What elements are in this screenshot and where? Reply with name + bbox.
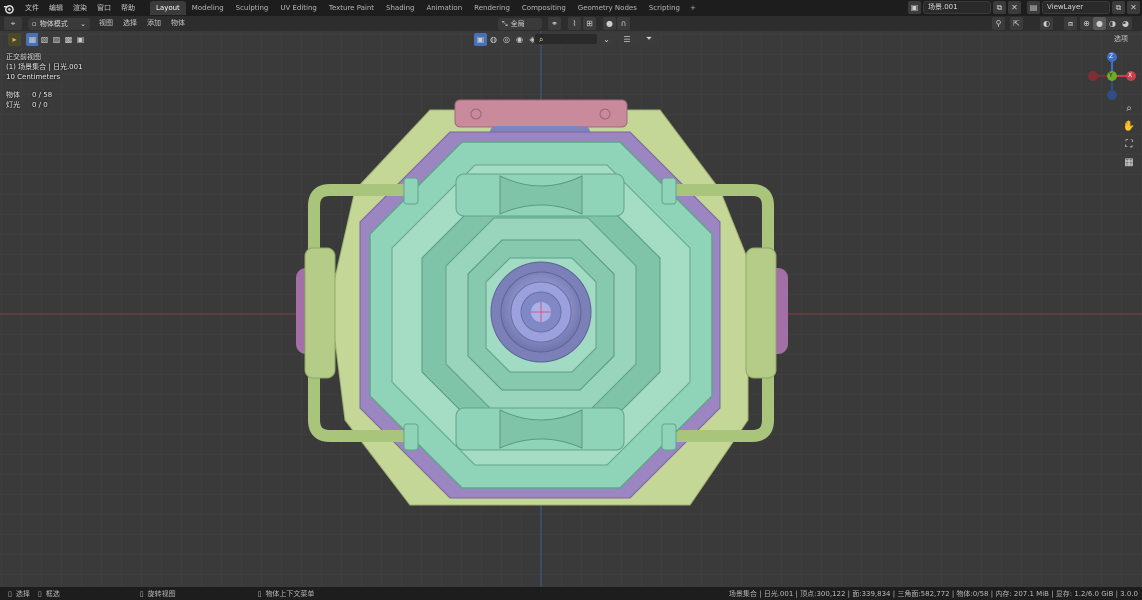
objects-label: 物体 [6, 91, 20, 99]
status-bar: ▯ 选择 ▯ 框选 ▯ 旋转视图 ▯ 物体上下文菜单 场景集合 | 日光.001… [0, 587, 1142, 600]
add-workspace-button[interactable]: + [686, 1, 700, 15]
proportional-edit-icon[interactable]: ● [603, 17, 616, 30]
mouse-right-icon: ▯ [257, 589, 262, 598]
collection-info: (1) 场景集合 | 日光.001 [6, 63, 83, 71]
objects-count: 0 / 58 [32, 91, 53, 99]
visibility-icon[interactable]: ⚲ [992, 17, 1005, 30]
main-menu: 文件 编辑 渲染 窗口 帮助 [20, 0, 140, 16]
sort-icon[interactable]: ☰ [617, 32, 637, 46]
menu-window[interactable]: 窗口 [92, 0, 116, 16]
menu-select[interactable]: 选择 [118, 16, 142, 31]
tab-geometry-nodes[interactable]: Geometry Nodes [572, 1, 643, 15]
shading-wireframe-icon[interactable]: ⊕ [1080, 17, 1093, 30]
mouse-middle-icon: ▯ [139, 589, 144, 598]
tab-texture-paint[interactable]: Texture Paint [323, 1, 380, 15]
options-menu[interactable]: 选项 [1114, 34, 1128, 44]
snap-icon[interactable]: ⌇ [568, 17, 581, 30]
transform-orientation-dropdown[interactable]: ⤡ 全局 [498, 17, 542, 30]
new-view-layer-icon[interactable]: ⧉ [1112, 1, 1125, 14]
3d-viewport[interactable] [0, 0, 1142, 600]
menu-view[interactable]: 视图 [94, 16, 118, 31]
orientation-label: 全局 [510, 19, 525, 28]
filter-light-icon[interactable]: ◎ [500, 32, 513, 46]
tab-animation[interactable]: Animation [420, 1, 468, 15]
shading-rendered-icon[interactable]: ◕ [1119, 17, 1132, 30]
menu-edit[interactable]: 编辑 [44, 0, 68, 16]
select-intersect-icon[interactable]: ▣ [74, 32, 87, 46]
blender-logo-icon[interactable] [0, 0, 16, 16]
grid-scale: 10 Centimeters [6, 73, 61, 81]
chevron-down-icon: ⌄ [80, 19, 86, 28]
lights-label: 灯光 [6, 101, 20, 109]
editor-type-icon[interactable]: ⌖ [4, 17, 22, 30]
menu-add[interactable]: 添加 [142, 16, 166, 31]
filter-camera-icon[interactable]: ◉ [513, 32, 526, 46]
lights-count: 0 / 0 [32, 101, 48, 109]
gizmo-x-label: X [1128, 72, 1133, 79]
mouse-left-icon: ▯ [37, 589, 42, 598]
gizmo-toggle-icon[interactable]: ⇱ [1010, 17, 1023, 30]
status-box-select-label: 框选 [45, 589, 60, 598]
status-select: ▯ 选择 [8, 589, 30, 599]
tab-shading[interactable]: Shading [380, 1, 420, 15]
status-box-select: ▯ 框选 [38, 589, 60, 599]
scene-statistics: 场景集合 | 日光.001 | 顶点:300,122 | 面:339,834 |… [728, 589, 1138, 598]
tool-settings-row: ▸ ▦ ▧ ▨ ▩ ▣ ▣ ◍ ◎ ◉ ◈ ⌕ ⌄ ☰ ⏷ 选项 [0, 31, 1142, 47]
viewport-menu: 视图 选择 添加 物体 [94, 16, 190, 31]
gizmo-z-label: Z [1109, 53, 1114, 60]
pan-hand-icon[interactable]: ✋ [1122, 119, 1136, 133]
gizmo-y-label: Y [1109, 72, 1113, 79]
tab-compositing[interactable]: Compositing [516, 1, 572, 15]
mode-dropdown[interactable]: ▫ 物体模式 ⌄ [28, 17, 90, 30]
shading-solid-icon[interactable]: ● [1093, 17, 1106, 30]
search-field[interactable]: ⌕ [534, 33, 598, 45]
tab-modeling[interactable]: Modeling [186, 1, 230, 15]
view-layer-field[interactable]: ViewLayer [1042, 1, 1110, 14]
tab-layout[interactable]: Layout [150, 1, 186, 15]
new-scene-icon[interactable]: ⧉ [993, 1, 1006, 14]
object-mode-icon: ▫ [32, 19, 37, 28]
funnel-icon[interactable]: ⏷ [639, 32, 659, 46]
delete-view-layer-icon[interactable]: ✕ [1127, 1, 1140, 14]
menu-help[interactable]: 帮助 [116, 0, 140, 16]
pivot-icon[interactable]: ⚭ [548, 17, 561, 30]
orientation-icon: ⤡ [502, 19, 508, 28]
delete-scene-icon[interactable]: ✕ [1008, 1, 1021, 14]
tab-rendering[interactable]: Rendering [468, 1, 516, 15]
ortho-grid-icon[interactable]: ▦ [1122, 155, 1136, 169]
falloff-icon[interactable]: ∩ [617, 17, 630, 30]
shading-material-icon[interactable]: ◑ [1106, 17, 1119, 30]
tab-uv-editing[interactable]: UV Editing [274, 1, 323, 15]
status-context: ▯ 物体上下文菜单 [258, 589, 315, 599]
top-bar: 文件 编辑 渲染 窗口 帮助 Layout Modeling Sculpting… [0, 0, 1142, 16]
scene-name-field[interactable]: 场景.001 [923, 1, 991, 14]
scene-icon[interactable]: ▣ [908, 1, 921, 14]
tool-icon[interactable]: ▸ [8, 32, 21, 46]
view-layer-icon[interactable]: ▤ [1027, 1, 1040, 14]
tab-scripting[interactable]: Scripting [643, 1, 686, 15]
mode-label: 物体模式 [39, 19, 68, 28]
xray-icon[interactable]: ⧈ [1064, 17, 1077, 30]
status-rotate-label: 旋转视图 [147, 589, 176, 598]
viewport-header: ⌖ ▫ 物体模式 ⌄ 视图 选择 添加 物体 ⤡ 全局 ⚭ ⌇ ⊞ ● ∩ ⚲ … [0, 16, 1142, 31]
snap-target-icon[interactable]: ⊞ [583, 17, 596, 30]
mouse-left-icon: ▯ [8, 589, 12, 598]
status-select-label: 选择 [15, 589, 30, 598]
zoom-icon[interactable]: ⌕ [1122, 101, 1136, 115]
camera-view-icon[interactable]: ⛶ [1122, 137, 1136, 151]
overlay-toggle-icon[interactable]: ◐ [1040, 17, 1053, 30]
filter-curve-icon[interactable]: ◍ [487, 32, 500, 46]
menu-render[interactable]: 渲染 [68, 0, 92, 16]
search-icon: ⌕ [539, 34, 544, 44]
status-context-label: 物体上下文菜单 [265, 589, 315, 598]
filter-dropdown-icon[interactable]: ⌄ [600, 32, 613, 46]
scene-selector: ▣ 场景.001 ⧉ ✕ ▤ ViewLayer ⧉ ✕ [908, 1, 1140, 14]
menu-file[interactable]: 文件 [20, 0, 44, 16]
filter-mesh-icon[interactable]: ▣ [474, 32, 487, 46]
view-name: 正交前视图 [6, 53, 41, 61]
status-rotate: ▯ 旋转视图 [140, 589, 176, 599]
tab-sculpting[interactable]: Sculpting [230, 1, 275, 15]
workspace-tabs: Layout Modeling Sculpting UV Editing Tex… [150, 1, 700, 15]
menu-object[interactable]: 物体 [166, 16, 190, 31]
